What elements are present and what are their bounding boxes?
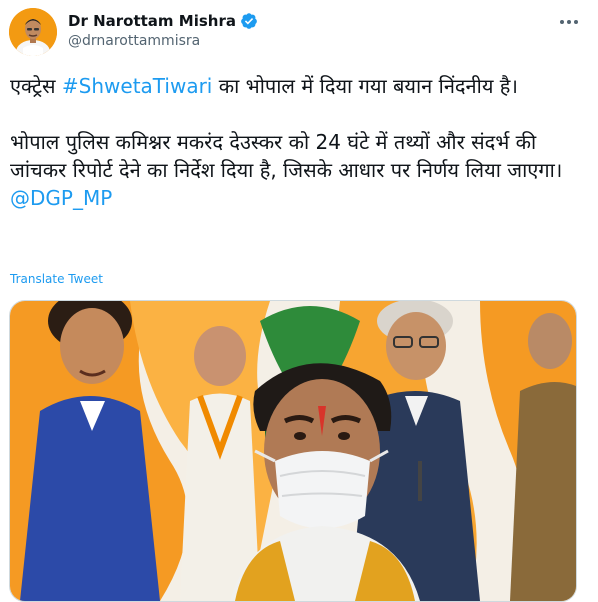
tweet-card: Dr Narottam Mishra @drnarottammisra एक्ट… xyxy=(0,0,598,602)
author-display-name[interactable]: Dr Narottam Mishra xyxy=(68,12,236,30)
hashtag-link[interactable]: #ShwetaTiwari xyxy=(62,74,212,98)
verified-badge-icon xyxy=(241,13,257,29)
tweet-text-post: का भोपाल में दिया गया बयान निंदनीय है। xyxy=(212,74,518,98)
tweet-text-pre: एक्ट्रेस xyxy=(10,74,62,98)
more-dot-icon xyxy=(574,20,578,24)
more-dot-icon xyxy=(567,20,571,24)
author-handle[interactable]: @drnarottammisra xyxy=(68,33,200,49)
tweet-paragraph-1: एक्ट्रेस #ShwetaTiwari का भोपाल में दिया… xyxy=(10,72,584,100)
tweet-paragraph-3: @DGP_MP xyxy=(10,184,584,212)
more-dot-icon xyxy=(560,20,564,24)
avatar[interactable] xyxy=(9,8,57,56)
media-photo xyxy=(10,301,576,601)
translate-tweet-link[interactable]: Translate Tweet xyxy=(10,272,103,286)
tweet-paragraph-2: भोपाल पुलिस कमिश्नर मकरंद देउस्कर को 24 … xyxy=(10,130,563,182)
more-options-button[interactable] xyxy=(552,10,586,34)
tweet-text: एक्ट्रेस #ShwetaTiwari का भोपाल में दिया… xyxy=(10,72,584,212)
tweet-media-image[interactable] xyxy=(9,300,577,602)
mention-link[interactable]: @DGP_MP xyxy=(10,186,112,210)
author-name-row[interactable]: Dr Narottam Mishra xyxy=(68,12,258,30)
profile-photo-icon xyxy=(9,8,57,56)
